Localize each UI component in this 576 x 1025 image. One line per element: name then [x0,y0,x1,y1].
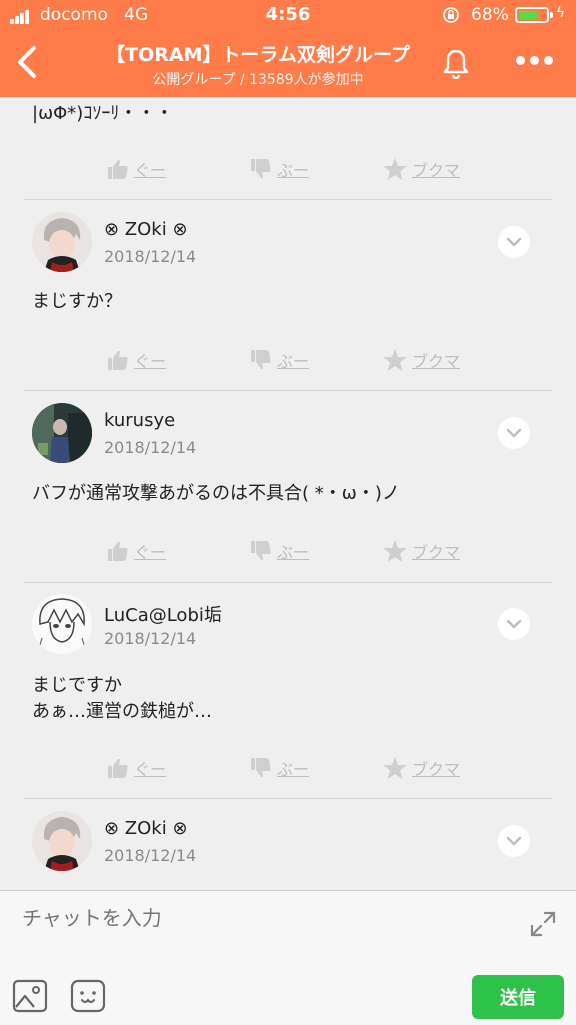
star-icon [383,757,407,779]
bookmark-button[interactable]: ブクマ [382,753,460,783]
chevron-down-icon [506,237,522,247]
thumbs-down-icon [251,758,271,778]
message-text: まじですか あぁ…運営の鉄槌が… [32,675,212,722]
message-actions: ぐー ぶー ブクマ [0,345,576,375]
star-icon [383,158,407,180]
message-text: バフが通常攻撃あがるのは不具合( *・ω・)ノ [32,483,400,504]
dislike-button[interactable]: ぶー [249,536,309,566]
dislike-button[interactable]: ぶー [249,345,309,375]
thumbs-down-icon [251,159,271,179]
thumbs-up-icon [108,541,128,561]
thumbs-up-icon [108,159,128,179]
sticker-icon[interactable] [70,979,106,1013]
send-button[interactable]: 送信 [472,975,564,1019]
chevron-down-icon [506,428,522,438]
user-name[interactable]: ⊗ ZOki ⊗ [104,219,188,240]
message-menu-button[interactable] [498,226,530,258]
image-picker-icon[interactable] [12,979,48,1013]
divider [24,582,552,583]
message-menu-button[interactable] [498,608,530,640]
message-text: まじすか？ [32,291,122,312]
divider [24,390,552,391]
divider [24,798,552,799]
bookmark-button[interactable]: ブクマ [382,345,460,375]
thumbs-down-icon [251,350,271,370]
message-menu-button[interactable] [498,417,530,449]
thumbs-down-icon [251,541,271,561]
avatar[interactable] [32,811,92,871]
chevron-down-icon [506,619,522,629]
like-button[interactable]: ぐー [106,753,166,783]
expand-icon[interactable] [528,909,558,939]
post-date: 2018/12/14 [104,629,197,648]
charging-icon: ϟ [556,5,566,21]
chat-input-bar: 送信 [0,890,576,1025]
post-date: 2018/12/14 [104,247,197,266]
thumbs-up-icon [108,350,128,370]
page-title: 【TORAM】トーラム双剣グループ [106,44,410,66]
dislike-button[interactable]: ぶー [249,753,309,783]
bookmark-button[interactable]: ブクマ [382,154,460,184]
message-actions: ぐー ぶー ブクマ [0,154,576,184]
message-feed[interactable]: |ωΦ*)ｺｿｰﾘ・・・ ぐー ぶー ブクマ ⊗ ZOki ⊗ 2018/12/… [0,97,576,890]
more-options-button[interactable] [514,56,554,68]
avatar[interactable] [32,212,92,272]
divider [24,199,552,200]
like-button[interactable]: ぐー [106,154,166,184]
back-button[interactable] [12,44,42,80]
avatar[interactable] [32,403,92,463]
message-text: |ωΦ*)ｺｿｰﾘ・・・ [32,103,174,124]
message-actions: ぐー ぶー ブクマ [0,753,576,783]
star-icon [383,349,407,371]
user-name[interactable]: ⊗ ZOki ⊗ [104,818,188,839]
bookmark-button[interactable]: ブクマ [382,536,460,566]
post-date: 2018/12/14 [104,846,197,865]
user-name[interactable]: kurusye [104,410,175,431]
message-menu-button[interactable] [498,825,530,857]
post-date: 2018/12/14 [104,438,197,457]
avatar[interactable] [32,594,92,654]
group-subtitle: 公開グループ / 13589人が参加中 [152,72,364,88]
like-button[interactable]: ぐー [106,536,166,566]
message-actions: ぐー ぶー ブクマ [0,536,576,566]
status-bar: docomo 4G 4:56 68% ϟ [0,0,576,32]
chat-input[interactable] [20,905,504,931]
user-name[interactable]: LuCa@Lobi垢 [104,601,222,627]
rotation-lock-icon [442,6,460,28]
chevron-down-icon [506,836,522,846]
header: docomo 4G 4:56 68% ϟ 【TORAM】トーラム双剣グループ 公… [0,0,576,97]
like-button[interactable]: ぐー [106,345,166,375]
dislike-button[interactable]: ぶー [249,154,309,184]
thumbs-up-icon [108,758,128,778]
battery-percent: 68% [471,5,509,25]
battery-icon [515,7,549,23]
star-icon [383,540,407,562]
notification-bell-icon[interactable] [439,44,473,80]
title-block: 【TORAM】トーラム双剣グループ 公開グループ / 13589人が参加中 [80,40,436,89]
